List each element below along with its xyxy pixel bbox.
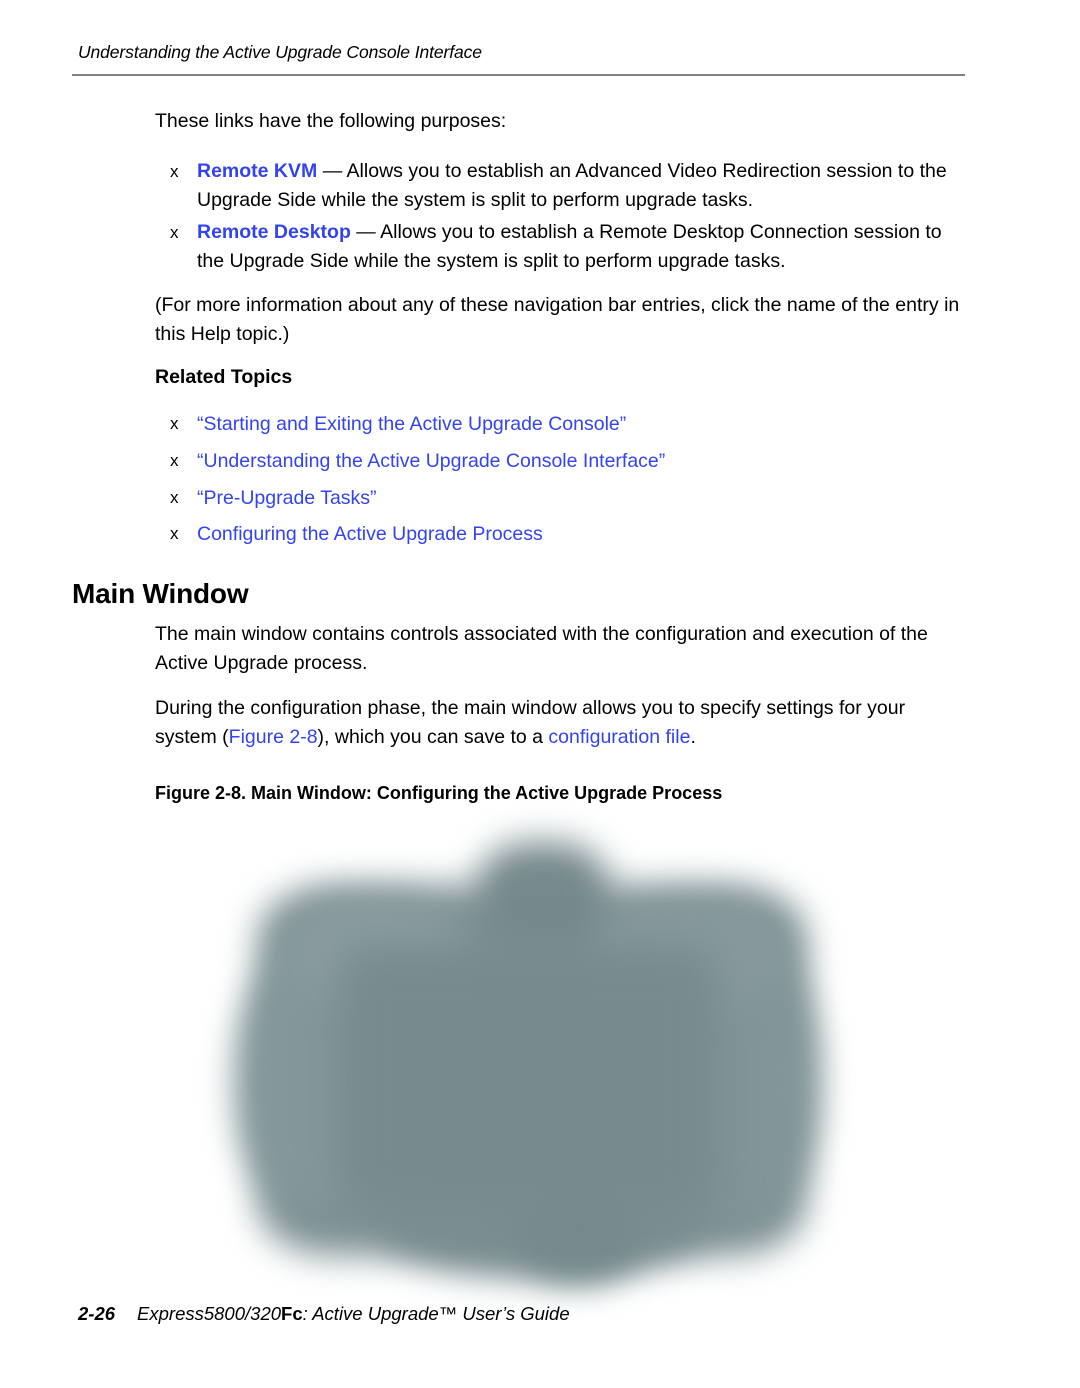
related-topic-link[interactable]: “Understanding the Active Upgrade Consol… (197, 450, 665, 472)
figure-main-window-screenshot (228, 826, 834, 1292)
list-item-remote-desktop: x Remote Desktop — Allows you to establi… (170, 218, 970, 276)
bullet-glyph-icon: x (170, 524, 179, 543)
related-topic-link[interactable]: “Pre-Upgrade Tasks” (197, 487, 377, 509)
related-topic-item-3[interactable]: x Configuring the Active Upgrade Process (170, 523, 543, 546)
link-configuration-file[interactable]: configuration file (548, 726, 690, 748)
paragraph-text-part-3: . (690, 726, 696, 748)
related-topics-heading: Related Topics (155, 366, 293, 388)
list-item-text: Remote Desktop — Allows you to establish… (197, 218, 970, 276)
related-topic-link[interactable]: Configuring the Active Upgrade Process (197, 523, 543, 545)
page-title: Main Window (72, 578, 249, 609)
footer-title-part-2: : Active Upgrade™ User’s Guide (302, 1303, 570, 1324)
paragraph-text-part-2: ), which you can save to a (317, 726, 549, 748)
bullet-glyph-icon: x (170, 488, 179, 507)
related-topic-item-0[interactable]: x “Starting and Exiting the Active Upgra… (170, 413, 626, 436)
footer-title-fc: Fc (281, 1303, 303, 1324)
list-item-text: Remote KVM — Allows you to establish an … (197, 157, 970, 215)
bullet-glyph-icon: x (170, 414, 179, 433)
main-window-paragraph-2: During the configuration phase, the main… (155, 694, 967, 752)
header-divider (72, 74, 965, 76)
list-item-remote-kvm: x Remote KVM — Allows you to establish a… (170, 157, 970, 215)
bullet-glyph-icon: x (170, 162, 179, 181)
footer-title-part-1: Express5800/320 (137, 1303, 282, 1324)
figure-blob-core (338, 946, 718, 1206)
link-remote-kvm[interactable]: Remote KVM (197, 160, 317, 182)
bullet-glyph-icon: x (170, 451, 179, 470)
related-topic-item-1[interactable]: x “Understanding the Active Upgrade Cons… (170, 450, 665, 473)
page-number: 2-26 (78, 1303, 116, 1324)
navigation-note-paragraph: (For more information about any of these… (155, 294, 960, 345)
figure-caption: Figure 2-8. Main Window: Configuring the… (155, 783, 723, 803)
link-remote-desktop[interactable]: Remote Desktop (197, 221, 351, 243)
related-topic-link[interactable]: “Starting and Exiting the Active Upgrade… (197, 413, 626, 435)
em-dash: — (350, 221, 381, 243)
bullet-glyph-icon: x (170, 223, 179, 242)
em-dash: — (317, 160, 347, 182)
related-topic-item-2[interactable]: x “Pre-Upgrade Tasks” (170, 487, 377, 510)
running-head: Understanding the Active Upgrade Console… (78, 42, 482, 62)
link-figure-2-8[interactable]: Figure 2-8 (229, 726, 318, 748)
main-window-paragraph-1: The main window contains controls associ… (155, 623, 928, 674)
intro-lead-paragraph: These links have the following purposes: (155, 110, 507, 132)
figure-blob-top-bump (478, 842, 608, 952)
page-footer: 2-26 Express5800/320Fc: Active Upgrade™ U… (78, 1303, 570, 1325)
